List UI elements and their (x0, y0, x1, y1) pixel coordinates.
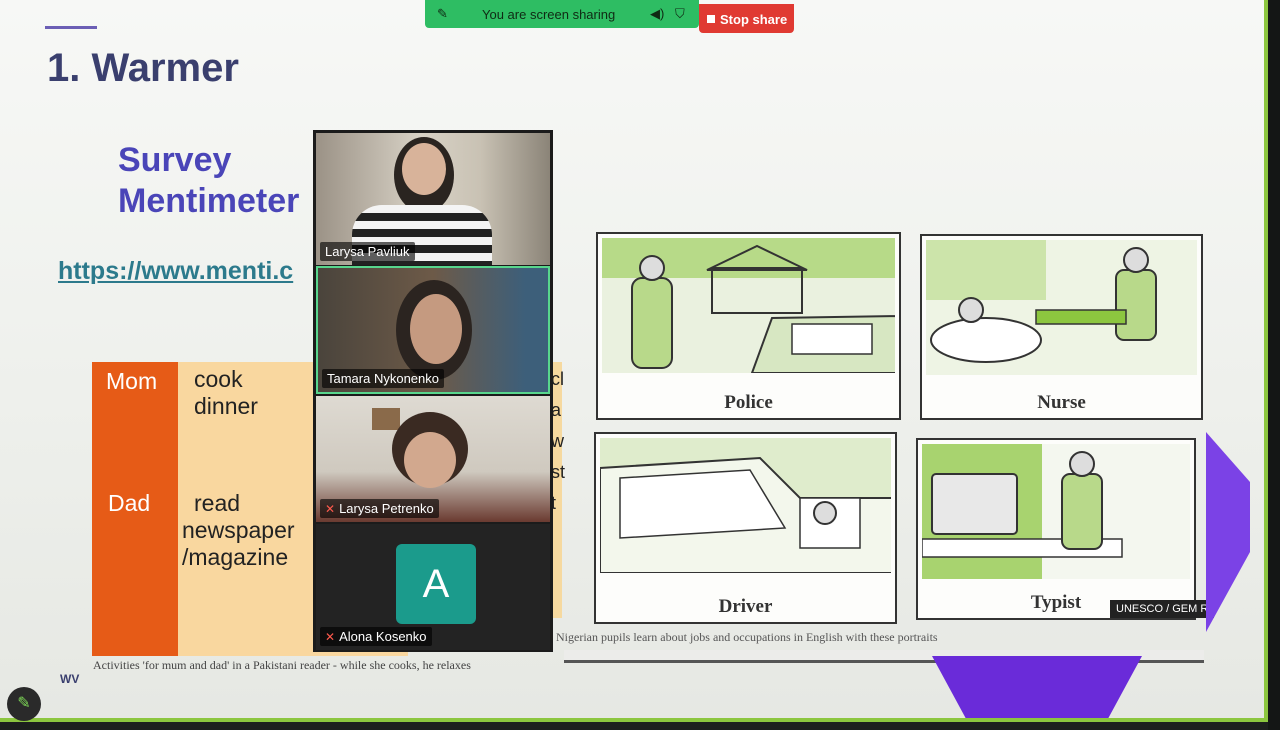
typist-illustration (922, 444, 1190, 579)
driver-drawing (600, 438, 891, 573)
picture-label: Driver (718, 596, 773, 617)
mic-muted-icon: ✕ (325, 630, 336, 644)
nurse-illustration (926, 240, 1197, 375)
participant-tile[interactable]: Larysa Pavliuk (316, 133, 550, 265)
title-accent-line (45, 26, 97, 29)
participant-gallery: Larysa Pavliuk Tamara Nykonenko ✕ Larysa … (313, 130, 553, 652)
face (410, 294, 462, 364)
participant-name: ✕ Larysa Petrenko (320, 499, 439, 518)
pin-icon[interactable]: ✎ (437, 6, 448, 22)
participant-name-text: Alona Kosenko (339, 629, 427, 644)
participant-name: Larysa Pavliuk (320, 242, 415, 261)
monitor-bezel (1268, 0, 1280, 730)
partial-column-text: cl a w st t (551, 364, 565, 519)
driver-illustration (600, 438, 891, 573)
next-slide-arrow[interactable] (1206, 432, 1250, 632)
side-letter: st (551, 462, 566, 482)
survey-line-2: Mentimeter (118, 182, 300, 220)
police-illustration (602, 238, 895, 373)
stop-icon (707, 15, 715, 23)
slide-title: 1. Warmer (47, 46, 239, 90)
picture-nurse: Nurse (920, 234, 1203, 420)
left-caption: Activities 'for mum and dad' in a Pakist… (93, 658, 471, 672)
picture-typist: Typist (916, 438, 1196, 620)
avatar: A (396, 544, 476, 624)
share-status: ✎ You are screen sharing ◀) ⛉ (425, 0, 699, 28)
purple-decoration (932, 656, 1142, 718)
survey-heading: Survey Mentimeter (118, 140, 299, 222)
picture-police: Police (596, 232, 901, 420)
face (404, 432, 456, 488)
speaker-icon[interactable]: ◀) (650, 6, 664, 22)
police-drawing (602, 238, 895, 373)
picture-label: Nurse (1037, 392, 1086, 413)
mic-muted-icon: ✕ (325, 502, 336, 516)
mom-cell: Mom (92, 362, 178, 480)
screen-share-bar: ✎ You are screen sharing ◀) ⛉ Stop share (425, 0, 794, 33)
side-letter: a (551, 400, 562, 420)
typist-drawing (922, 444, 1190, 579)
participant-tile-active-speaker[interactable]: Tamara Nykonenko (316, 266, 550, 394)
shield-icon[interactable]: ⛉ (675, 6, 685, 22)
annotate-pencil-icon[interactable]: ✎ (7, 687, 41, 721)
stop-share-label: Stop share (720, 12, 788, 27)
picture-driver: Driver (594, 432, 897, 624)
participant-name-text: Larysa Petrenko (339, 501, 434, 516)
side-letter: cl (551, 369, 564, 389)
wall-picture (372, 408, 400, 430)
side-letter: w (551, 431, 564, 451)
side-letter: t (551, 493, 557, 513)
image-credit: UNESCO / GEM R (1110, 600, 1215, 618)
right-caption: Nigerian pupils learn about jobs and occ… (556, 630, 938, 644)
face (402, 143, 446, 195)
participant-tile[interactable]: ✕ Larysa Petrenko (316, 396, 550, 522)
participant-name: ✕ Alona Kosenko (320, 627, 432, 646)
presentation-screen: 1. Warmer Survey Mentimeter https://www.… (0, 0, 1268, 722)
wv-logo: WV (60, 672, 80, 686)
picture-label: Police (724, 392, 773, 413)
participant-tile[interactable]: A ✕ Alona Kosenko (316, 524, 550, 650)
dad-cell: Dad (92, 480, 178, 656)
nurse-drawing (926, 240, 1197, 375)
survey-line-1: Survey (118, 141, 232, 179)
participant-name: Tamara Nykonenko (322, 369, 444, 388)
share-status-text: You are screen sharing (482, 7, 616, 22)
menti-link[interactable]: https://www.menti.c (58, 257, 316, 286)
occupation-pictures: Police Nurse Driver Typist (594, 222, 1206, 624)
stop-share-button[interactable]: Stop share (699, 4, 794, 33)
